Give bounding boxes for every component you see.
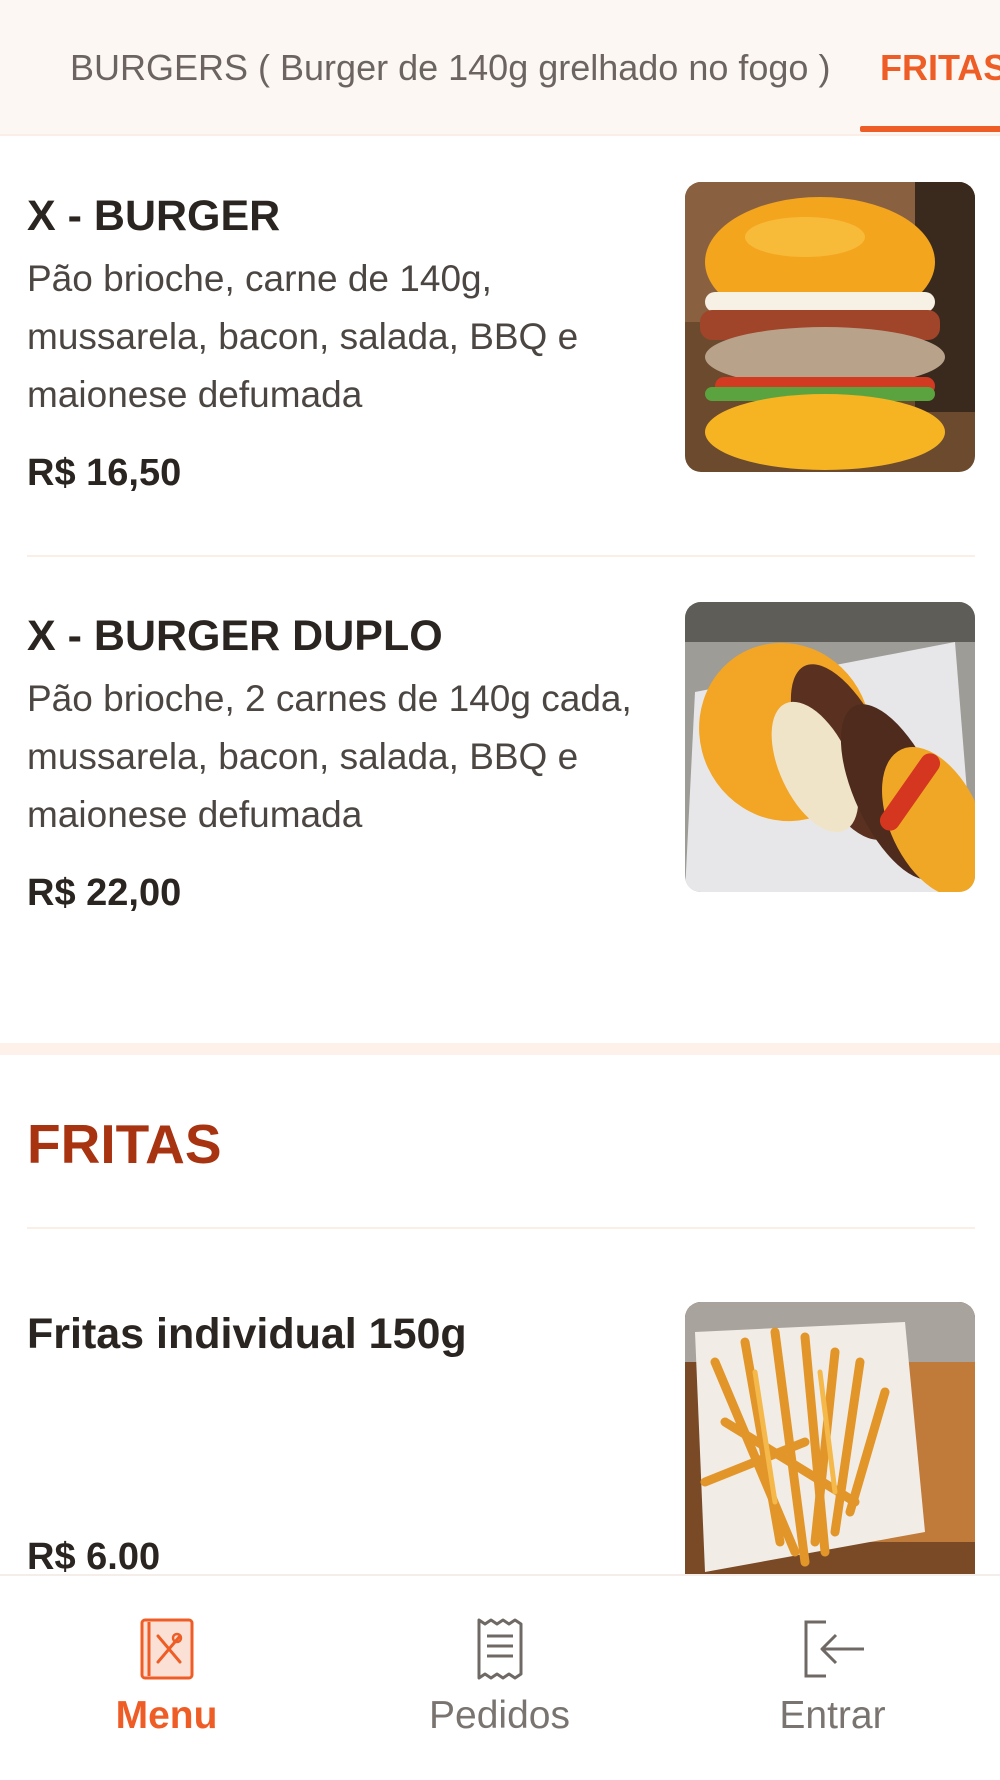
nav-entrar[interactable]: Entrar — [666, 1576, 999, 1780]
category-tabs: BURGERS ( Burger de 140g grelhado no fog… — [0, 0, 1000, 136]
item-price: R$ 22,00 — [27, 872, 182, 914]
nav-pedidos-label: Pedidos — [429, 1694, 570, 1737]
bottom-navigation: Menu Pedidos Entrar — [0, 1574, 1000, 1780]
nav-pedidos[interactable]: Pedidos — [333, 1576, 666, 1780]
item-price: R$ 16,50 — [27, 452, 182, 494]
login-icon — [798, 1614, 868, 1684]
section-divider — [27, 1227, 975, 1229]
fries-photo — [685, 1302, 975, 1574]
nav-menu[interactable]: Menu — [0, 1576, 333, 1780]
active-tab-indicator — [860, 126, 1000, 132]
item-price: R$ 6.00 — [27, 1536, 161, 1578]
item-name: X - BURGER DUPLO — [27, 612, 443, 660]
item-name: Fritas individual 150g — [27, 1310, 467, 1358]
item-description: Pão brioche, 2 carnes de 140g cada, muss… — [27, 678, 632, 835]
tab-fritas[interactable]: FRITAS — [880, 48, 1000, 88]
tab-burgers[interactable]: BURGERS ( Burger de 140g grelhado no fog… — [70, 48, 830, 88]
section-separator — [0, 1043, 1000, 1055]
double-burger-photo — [685, 602, 975, 892]
receipt-icon — [465, 1614, 535, 1684]
item-description: Pão brioche, carne de 140g, mussarela, b… — [27, 258, 579, 415]
section-title-fritas: FRITAS — [27, 1113, 222, 1175]
menu-book-icon — [132, 1614, 202, 1684]
item-divider — [27, 555, 975, 557]
burger-photo — [685, 182, 975, 472]
nav-menu-label: Menu — [115, 1694, 218, 1737]
nav-entrar-label: Entrar — [779, 1694, 886, 1737]
item-name: X - BURGER — [27, 192, 281, 240]
